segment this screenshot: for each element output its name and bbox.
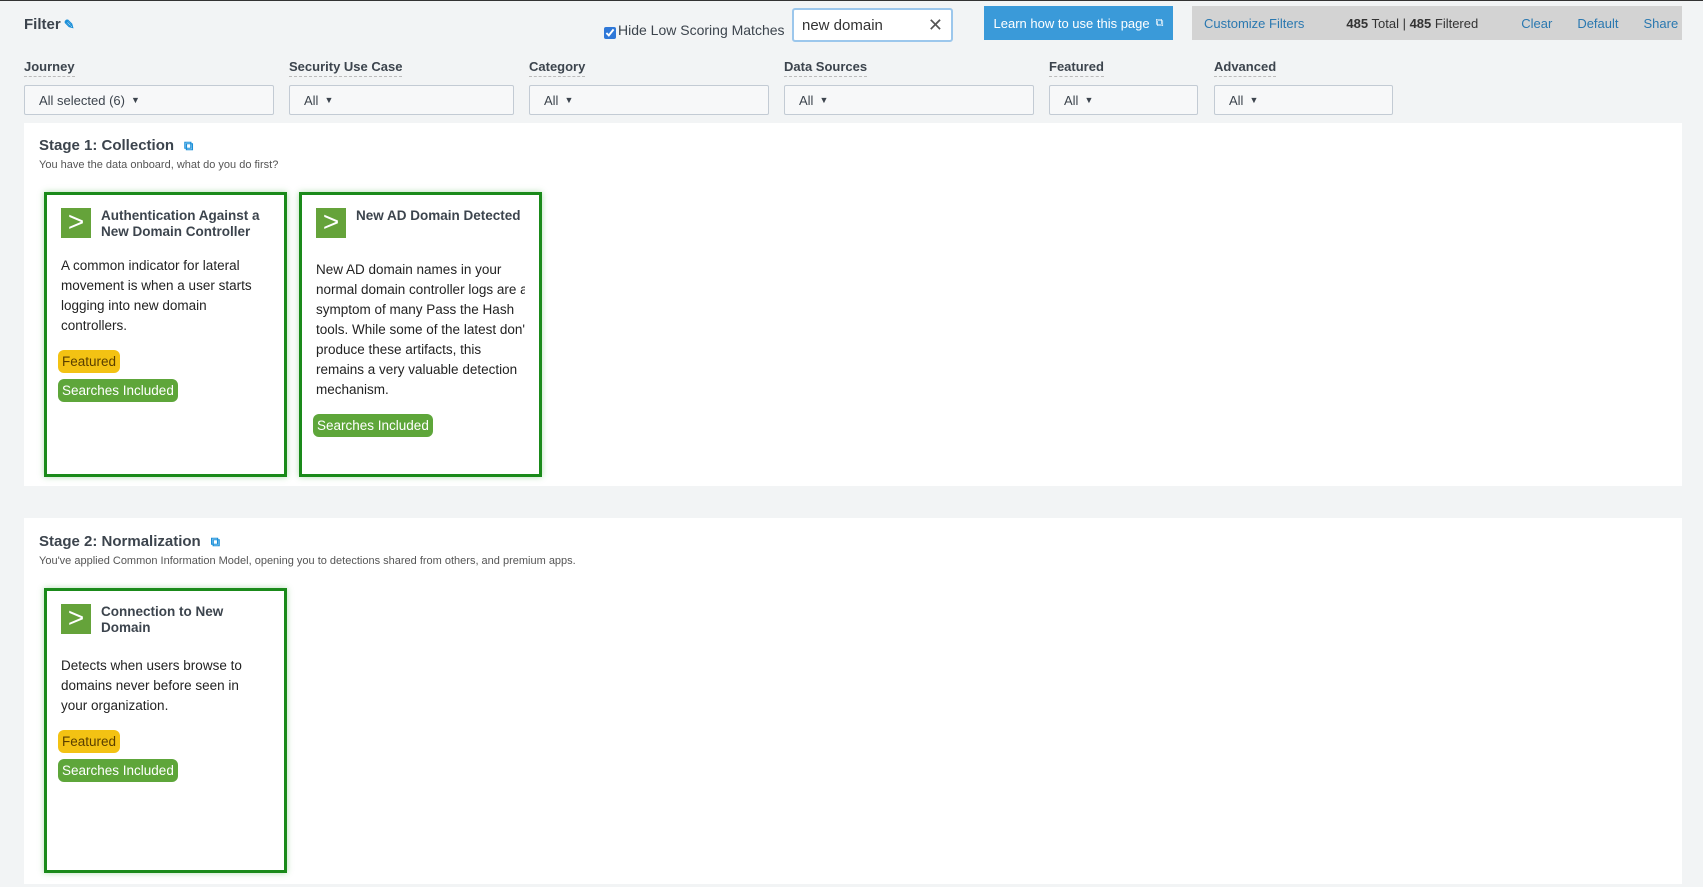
clear-link[interactable]: Clear xyxy=(1521,16,1552,31)
card-title: Connection to New Domain xyxy=(101,604,224,635)
searches-included-badge: Searches Included xyxy=(58,379,178,402)
count-summary: 485 Total | 485 Filtered xyxy=(1346,15,1479,31)
stage-subtitle: You have the data onboard, what do you d… xyxy=(39,159,279,171)
card-description: Detects when users browse to domains neve… xyxy=(61,658,242,713)
external-link-icon[interactable]: ⧉ xyxy=(211,534,220,549)
content-card[interactable]: > Authentication Against a New Domain Con… xyxy=(44,192,287,477)
pencil-icon[interactable]: ✎ xyxy=(64,17,75,32)
filter-toolbar: Customize Filters 485 Total | 485 Filter… xyxy=(1192,6,1682,40)
filter-label-security-use-case: Security Use Case xyxy=(289,59,403,77)
hide-low-checkbox[interactable] xyxy=(604,27,616,39)
share-link[interactable]: Share xyxy=(1644,16,1679,31)
clear-search-icon[interactable]: ✕ xyxy=(928,15,943,36)
filter-label-data-sources: Data Sources xyxy=(784,59,868,77)
stage-title: Stage 2: Normalization ⧉ xyxy=(39,533,220,550)
default-link[interactable]: Default xyxy=(1577,16,1618,31)
stage-title: Stage 1: Collection ⧉ xyxy=(39,137,194,154)
advanced-select[interactable]: All ▼ xyxy=(1214,85,1393,115)
caret-down-icon: ▼ xyxy=(1249,95,1259,105)
caret-down-icon: ▼ xyxy=(564,95,574,105)
external-link-icon: ⧉ xyxy=(1155,16,1164,29)
hide-low-scoring-toggle[interactable]: Hide Low Scoring Matches xyxy=(604,21,785,39)
card-description: A common indicator for lateral movement i… xyxy=(61,258,252,333)
learn-how-button[interactable]: Learn how to use this page ⧉ xyxy=(984,6,1173,40)
filter-label-journey: Journey xyxy=(24,59,75,77)
external-link-icon[interactable]: ⧉ xyxy=(184,138,193,153)
chevron-right-icon: > xyxy=(61,208,91,238)
filter-label-category: Category xyxy=(529,59,586,77)
stage-1-panel: Stage 1: Collection ⧉ You have the data o… xyxy=(24,123,1682,486)
filter-label-featured: Featured xyxy=(1049,59,1104,77)
content-card[interactable]: > Connection to New Domain Detects when u… xyxy=(44,588,287,873)
featured-select[interactable]: All ▼ xyxy=(1049,85,1198,115)
data-sources-select[interactable]: All ▼ xyxy=(784,85,1034,115)
customize-filters-link[interactable]: Customize Filters xyxy=(1204,16,1304,31)
card-title: Authentication Against a New Domain Cont… xyxy=(101,208,260,239)
caret-down-icon: ▼ xyxy=(130,95,140,105)
chevron-right-icon: > xyxy=(316,208,346,238)
content-card[interactable]: > New AD Domain Detected New AD domain na… xyxy=(299,192,542,477)
featured-badge: Featured xyxy=(58,730,121,753)
featured-badge: Featured xyxy=(58,350,121,373)
chevron-right-icon: > xyxy=(61,604,91,634)
caret-down-icon: ▼ xyxy=(1084,95,1094,105)
searches-included-badge: Searches Included xyxy=(313,414,433,437)
category-select[interactable]: All ▼ xyxy=(529,85,769,115)
stage-subtitle: You've applied Common Information Model,… xyxy=(39,555,576,567)
caret-down-icon: ▼ xyxy=(324,95,334,105)
card-description: New AD domain names in your normal domain… xyxy=(316,262,525,397)
security-use-case-select[interactable]: All ▼ xyxy=(289,85,514,115)
filter-title: Filter ✎ xyxy=(24,16,75,33)
stage-2-panel: Stage 2: Normalization ⧉ You've applied C… xyxy=(24,518,1682,884)
filter-label-advanced: Advanced xyxy=(1214,59,1277,77)
search-box[interactable]: ✕ xyxy=(792,8,953,42)
card-title: New AD Domain Detected xyxy=(356,208,521,223)
searches-included-badge: Searches Included xyxy=(58,759,178,782)
journey-select[interactable]: All selected (6) ▼ xyxy=(24,85,274,115)
search-input[interactable] xyxy=(802,16,927,34)
caret-down-icon: ▼ xyxy=(819,95,829,105)
